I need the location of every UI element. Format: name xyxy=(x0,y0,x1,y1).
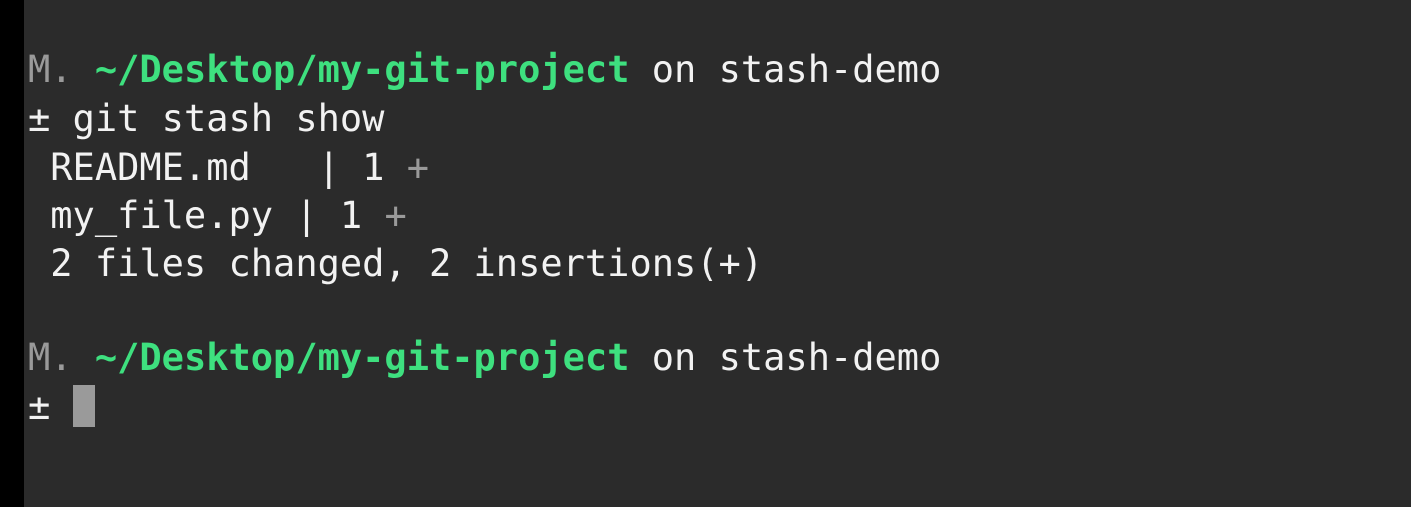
insertion-graph: + xyxy=(406,146,430,189)
prompt-path: ~/Desktop/my-git-project xyxy=(94,48,630,91)
prompt-branch: stash-demo xyxy=(718,336,942,379)
prompt-branch: stash-demo xyxy=(718,48,942,91)
file-name: my_file.py xyxy=(50,194,274,237)
change-count: 1 xyxy=(339,194,363,237)
prompt-user: M. xyxy=(28,48,73,91)
text-cursor[interactable] xyxy=(72,385,95,427)
insertion-graph: + xyxy=(384,194,407,237)
prompt-symbol: ± xyxy=(28,97,51,140)
output-summary: 2 files changed, 2 insertions(+) xyxy=(28,241,763,287)
change-count: 1 xyxy=(362,146,385,189)
prompt-user: M. xyxy=(28,336,73,379)
terminal-window[interactable]: M. ~/Desktop/my-git-project on stash-dem… xyxy=(24,0,1411,507)
command-text: git stash show xyxy=(72,97,385,140)
file-name: README.md xyxy=(50,146,251,189)
separator: | xyxy=(295,194,318,237)
prompt-symbol: ± xyxy=(28,385,51,428)
output-file-row: README.md | 1 + xyxy=(28,145,429,191)
prompt-line: M. ~/Desktop/my-git-project on stash-dem… xyxy=(28,335,941,381)
prompt-on-text: on xyxy=(651,336,697,379)
output-file-row: my_file.py | 1 + xyxy=(28,193,407,239)
input-line[interactable]: ± xyxy=(28,384,95,430)
command-line: ± git stash show xyxy=(28,96,384,142)
summary-text: 2 files changed, 2 insertions(+) xyxy=(50,242,764,285)
prompt-path: ~/Desktop/my-git-project xyxy=(94,336,630,379)
prompt-line: M. ~/Desktop/my-git-project on stash-dem… xyxy=(28,47,941,93)
prompt-on-text: on xyxy=(651,48,697,91)
separator: | xyxy=(317,146,340,189)
